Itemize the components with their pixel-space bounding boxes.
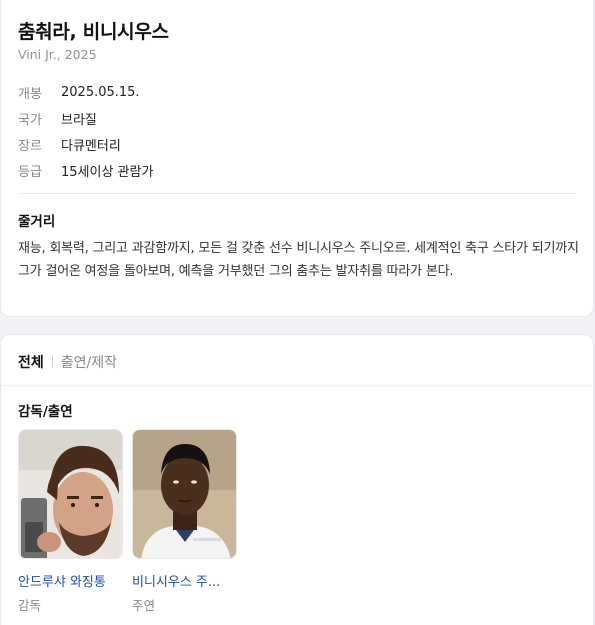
info-row-country: 국가 브라질	[18, 109, 97, 128]
info-label: 개봉	[18, 86, 42, 102]
person-name[interactable]: 안드루샤 와징통	[18, 571, 123, 590]
info-divider	[18, 193, 576, 194]
person-role: 주연	[132, 598, 156, 613]
synopsis-text: 재능, 회복력, 그리고 과감함까지, 모든 걸 갖춘 선수 비니시우스 주니오…	[18, 241, 579, 279]
info-value: 다큐멘터리	[61, 138, 121, 154]
movie-subtitle: Vini Jr., 2025	[18, 47, 97, 62]
synopsis-title: 줄거리	[18, 214, 56, 230]
tab-cast-crew[interactable]: 출연/제작	[61, 352, 117, 372]
info-row-genre: 장르 다큐멘터리	[18, 135, 121, 154]
info-label: 등급	[18, 164, 42, 180]
director-cast-title: 감독/출연	[18, 404, 73, 420]
tab-all[interactable]: 전체	[18, 352, 44, 372]
info-row-release: 개봉 2025.05.15.	[18, 83, 140, 102]
person-card-director[interactable]: 안드루샤 와징통 감독	[18, 429, 123, 614]
info-label: 국가	[18, 112, 42, 128]
tab-separator	[51, 356, 53, 368]
person-role: 감독	[18, 598, 42, 613]
info-value: 15세이상 관람가	[61, 164, 154, 180]
lead-actor-photo[interactable]	[132, 429, 237, 559]
person-card-lead[interactable]: 비니시우스 주... 주연	[132, 429, 237, 614]
tab-divider	[1, 385, 595, 386]
cast-card: 전체 출연/제작 감독/출연 안드루샤 와징통 감독 비니시우스 주... 주연	[0, 334, 595, 625]
info-row-rating: 등급 15세이상 관람가	[18, 161, 154, 180]
person-name[interactable]: 비니시우스 주...	[132, 571, 237, 590]
people-list: 안드루샤 와징통 감독 비니시우스 주... 주연	[18, 429, 237, 614]
director-photo[interactable]	[18, 429, 123, 559]
info-value: 브라질	[61, 112, 97, 128]
cast-tabs: 전체 출연/제작	[18, 352, 117, 372]
info-value: 2025.05.15.	[61, 84, 140, 100]
info-label: 장르	[18, 138, 42, 154]
movie-info-card: 춤춰라, 비니시우스 Vini Jr., 2025 개봉 2025.05.15.…	[0, 0, 594, 317]
movie-title: 춤춰라, 비니시우스	[18, 21, 169, 43]
